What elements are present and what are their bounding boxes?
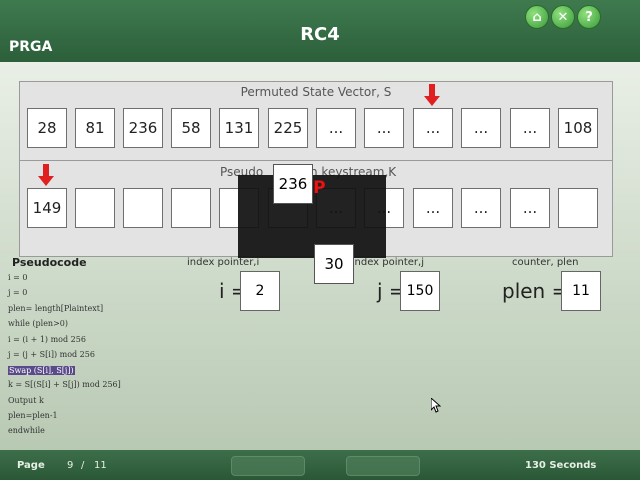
plen-value-box: 11 (561, 271, 601, 311)
swap-top-value: 236 (273, 164, 313, 204)
close-icon[interactable]: ✕ (551, 5, 575, 29)
swap-bottom-value: 30 (314, 244, 354, 284)
state-vector-cell: ... (364, 108, 404, 148)
state-vector-cell: ... (510, 108, 550, 148)
state-vector-cell: ... (461, 108, 501, 148)
state-vector-cell: 225 (268, 108, 308, 148)
state-vector-cell: 236 (123, 108, 163, 148)
keystream-cell: ... (461, 188, 501, 228)
page-current: 9 (67, 460, 74, 471)
keystream-cell (123, 188, 163, 228)
pseudocode-line: Swap (S[i], S[j]) (8, 366, 75, 375)
i-value-box: 2 (240, 271, 280, 311)
state-vector-cell: ... (413, 108, 453, 148)
pseudocode-line: j = (j + S[i]) mod 256 (8, 350, 95, 359)
state-vector-cell: 28 (27, 108, 67, 148)
panel-divider (19, 160, 613, 161)
state-vector-cell: 131 (219, 108, 259, 148)
pseudocode-line: k = S[(S[i] + S[j]) mod 256] (8, 380, 121, 389)
state-vector-cell: 108 (558, 108, 598, 148)
help-icon[interactable]: ? (577, 5, 601, 29)
keystream-cell (171, 188, 211, 228)
state-vector-cell: 81 (75, 108, 115, 148)
state-vector-cell: 58 (171, 108, 211, 148)
pseudocode-line: i = (i + 1) mod 256 (8, 335, 86, 344)
keystream-cell: ... (510, 188, 550, 228)
home-icon[interactable]: ⌂ (525, 5, 549, 29)
state-vector-cell: ... (316, 108, 356, 148)
pseudocode-title: Pseudocode (12, 256, 87, 269)
i-pointer-label: index pointer,i (187, 257, 260, 268)
state-vector-caption: Permuted State Vector, S (240, 85, 392, 99)
keystream-cell: ... (413, 188, 453, 228)
page-separator: / (81, 460, 85, 471)
j-pointer-label: index pointer,j (354, 257, 424, 268)
state-pointer-arrow-stem (429, 84, 435, 96)
pseudocode-line: Output k (8, 396, 44, 405)
keystream-pointer-arrow-stem (43, 164, 49, 176)
pseudocode-line: plen=plen-1 (8, 411, 58, 420)
next-button[interactable] (346, 456, 420, 476)
pseudocode-line: while (plen>0) (8, 319, 68, 328)
pseudocode-line: endwhile (8, 426, 45, 435)
keystream-pointer-arrow-icon (38, 176, 54, 186)
plen-symbol: plen = (502, 279, 569, 303)
footer-bar: Page 9 / 11 130 Seconds (0, 450, 640, 480)
page-total: 11 (94, 460, 107, 471)
keystream-cell (558, 188, 598, 228)
plen-counter-label: counter, plen (512, 257, 579, 268)
header-bar: RC4 PRGA ⌂ ✕ ? (0, 0, 640, 62)
keystream-cell: 149 (27, 188, 67, 228)
mouse-pointer-icon (430, 396, 442, 418)
pseudocode-line: j = 0 (8, 288, 28, 297)
j-value-box: 150 (400, 271, 440, 311)
keystream-cell (75, 188, 115, 228)
pseudocode-line: plen= length[Plaintext] (8, 304, 104, 313)
timer-label: 130 Seconds (525, 460, 597, 471)
pseudocode-line: i = 0 (8, 273, 28, 282)
state-pointer-arrow-icon (424, 96, 440, 106)
page-label: Page (17, 460, 45, 471)
page-title: RC4 (300, 24, 340, 45)
previous-button[interactable] (231, 456, 305, 476)
section-title: PRGA (9, 39, 53, 55)
